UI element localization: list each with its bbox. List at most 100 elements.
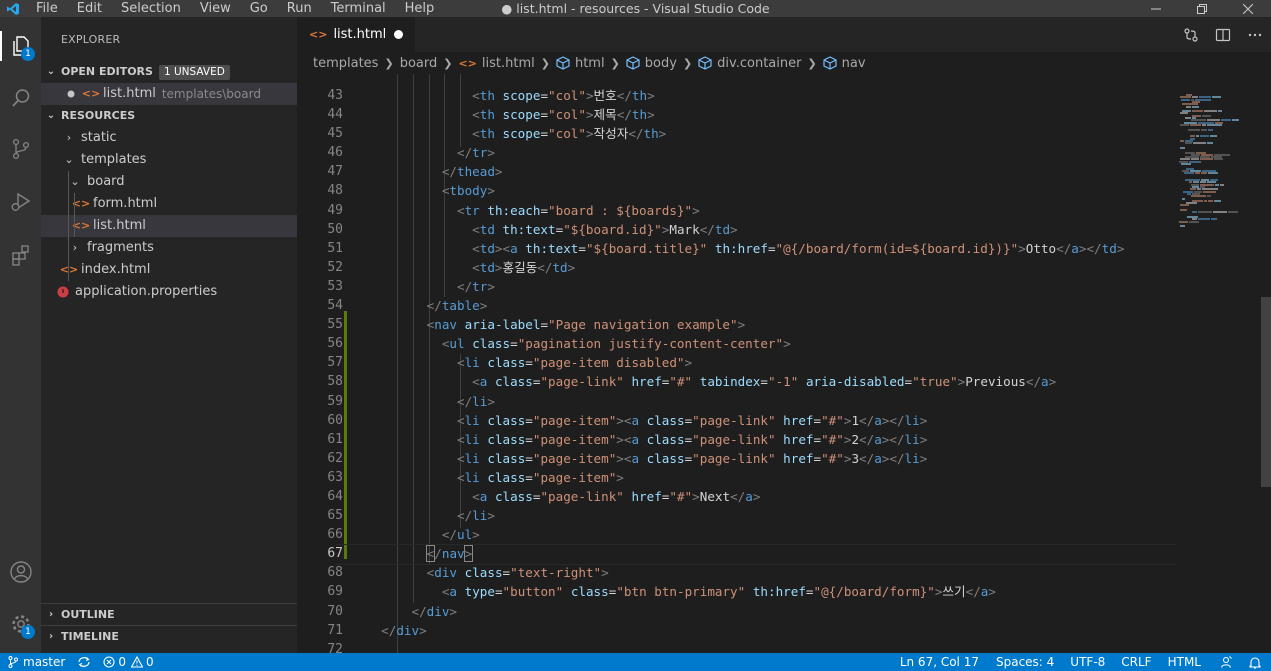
tree-item-fragments[interactable]: › fragments [41,237,297,259]
vertical-scrollbar[interactable] [1261,74,1271,653]
tree-item-static[interactable]: › static [41,127,297,149]
line-number: 64 [327,488,343,504]
code-line: <th scope="col">제목</th> [472,107,655,123]
run-debug-icon[interactable] [0,183,41,221]
problems-indicator[interactable]: 0 0 [97,653,159,671]
breadcrumb-item[interactable]: div.container [717,56,801,71]
menu-view[interactable]: View [190,0,240,17]
chevron-down-icon: ⌄ [70,175,80,188]
error-icon [103,656,115,668]
line-number: 56 [327,336,343,352]
line-number: 65 [327,508,343,524]
workspace-header[interactable]: ⌄ RESOURCES [41,105,297,127]
menu-run[interactable]: Run [277,0,321,17]
code-editor[interactable]: 43 44 45 46 47 48 49 50 51 52 53 54 55 56 57 58 59 60 61 62… [297,74,1177,653]
timeline-section[interactable]: › TIMELINE [41,625,297,647]
minimize-icon[interactable] [1133,0,1179,17]
chevron-down-icon: ⌄ [64,153,74,166]
chevron-right-icon: › [48,609,54,620]
code-line: <ul class="pagination justify-content-ce… [441,336,791,352]
scrollbar-thumb[interactable] [1261,297,1271,487]
line-number: 57 [327,355,343,371]
tab-list-html[interactable]: <> list.html [297,17,415,52]
extensions-icon[interactable] [0,236,41,274]
minimap[interactable] [1177,74,1261,653]
restore-icon[interactable] [1179,0,1225,17]
breadcrumb-item[interactable]: nav [842,56,866,71]
menu-file[interactable]: File [26,0,67,17]
html-file-icon: <> [59,263,79,276]
tree-item-label: application.properties [75,284,218,299]
element-icon [626,56,640,70]
element-icon [823,56,837,70]
menu-terminal[interactable]: Terminal [321,0,395,17]
open-editor-path: templates\board [161,87,261,101]
open-changes-icon[interactable] [1175,17,1207,52]
dirty-dot-icon[interactable] [63,90,79,98]
warning-icon [130,656,143,668]
code-line: <tbody> [441,183,495,199]
language-mode[interactable]: HTML [1160,653,1209,671]
sync-icon [77,656,91,668]
account-icon[interactable] [0,553,41,591]
tree-item-list-html[interactable]: <> list.html [41,215,297,237]
code-line: </li> [457,508,495,524]
indentation[interactable]: Spaces: 4 [988,653,1062,671]
code-line: <a class="page-link" href="#">Next</a> [472,488,761,504]
line-number: 51 [327,240,343,256]
chevron-right-icon: ❯ [384,56,394,70]
sync-button[interactable] [71,653,97,671]
breadcrumb-item[interactable]: html [575,56,605,71]
tree-item-board[interactable]: ⌄ board [41,171,297,193]
tree-item-label: form.html [93,196,158,211]
unsaved-badge: 1 UNSAVED [158,64,230,80]
explorer-sidebar: EXPLORER ⌄ OPEN EDITORS 1 UNSAVED <> lis… [41,17,297,653]
breadcrumb-item[interactable]: board [400,56,438,71]
open-editor-item[interactable]: <> list.html templates\board [41,83,297,105]
source-control-icon[interactable] [0,130,41,168]
sidebar-title: EXPLORER [61,33,121,46]
split-editor-icon[interactable] [1207,17,1239,52]
unsaved-dot-icon[interactable] [394,30,403,39]
code-line: <li class="page-item disabled"> [457,355,693,371]
menu-help[interactable]: Help [395,0,444,17]
title-bar: File Edit Selection View Go Run Terminal Help ●… [0,0,1271,17]
line-number: 46 [327,145,343,161]
encoding[interactable]: UTF-8 [1062,653,1113,671]
warning-count: 0 [145,655,154,669]
breadcrumb-item[interactable]: body [645,56,677,71]
tree-item-form-html[interactable]: <> form.html [41,193,297,215]
menu-selection[interactable]: Selection [111,0,190,17]
breadcrumb-item[interactable]: templates [313,56,378,71]
bell-icon[interactable] [1243,653,1271,671]
search-icon[interactable] [0,79,41,117]
code-line: <td>홍길동</td> [472,259,576,275]
open-editors-header[interactable]: ⌄ OPEN EDITORS 1 UNSAVED [41,61,297,83]
explorer-icon[interactable]: 1 [0,27,41,65]
code-line: </li> [457,393,495,409]
code-line: <li class="page-item"> [457,469,624,485]
properties-file-icon [55,286,71,298]
tree-item-index-html[interactable]: <> index.html [41,259,297,281]
element-icon [556,56,570,70]
line-number: 43 [327,88,343,103]
outline-section[interactable]: › OUTLINE [41,603,297,625]
line-number: 48 [327,183,343,199]
cursor-position[interactable]: Ln 67, Col 17 [891,653,988,671]
feedback-icon[interactable] [1209,653,1243,671]
branch-indicator[interactable]: master [0,653,71,671]
code-line: <li class="page-item"><a class="page-lin… [457,431,928,447]
breadcrumb-item[interactable]: list.html [482,56,535,71]
end-of-line[interactable]: CRLF [1113,653,1159,671]
tree-item-label: index.html [81,262,151,277]
more-actions-icon[interactable] [1239,17,1271,52]
gear-icon[interactable]: 1 [0,605,41,643]
tree-item-templates[interactable]: ⌄ templates [41,149,297,171]
code-line: </div> [381,622,427,638]
line-number: 72 [327,641,343,653]
close-icon[interactable] [1225,0,1271,17]
menu-edit[interactable]: Edit [67,0,111,17]
menu-go[interactable]: Go [240,0,277,17]
tree-item-application-properties[interactable]: application.properties [41,281,297,303]
